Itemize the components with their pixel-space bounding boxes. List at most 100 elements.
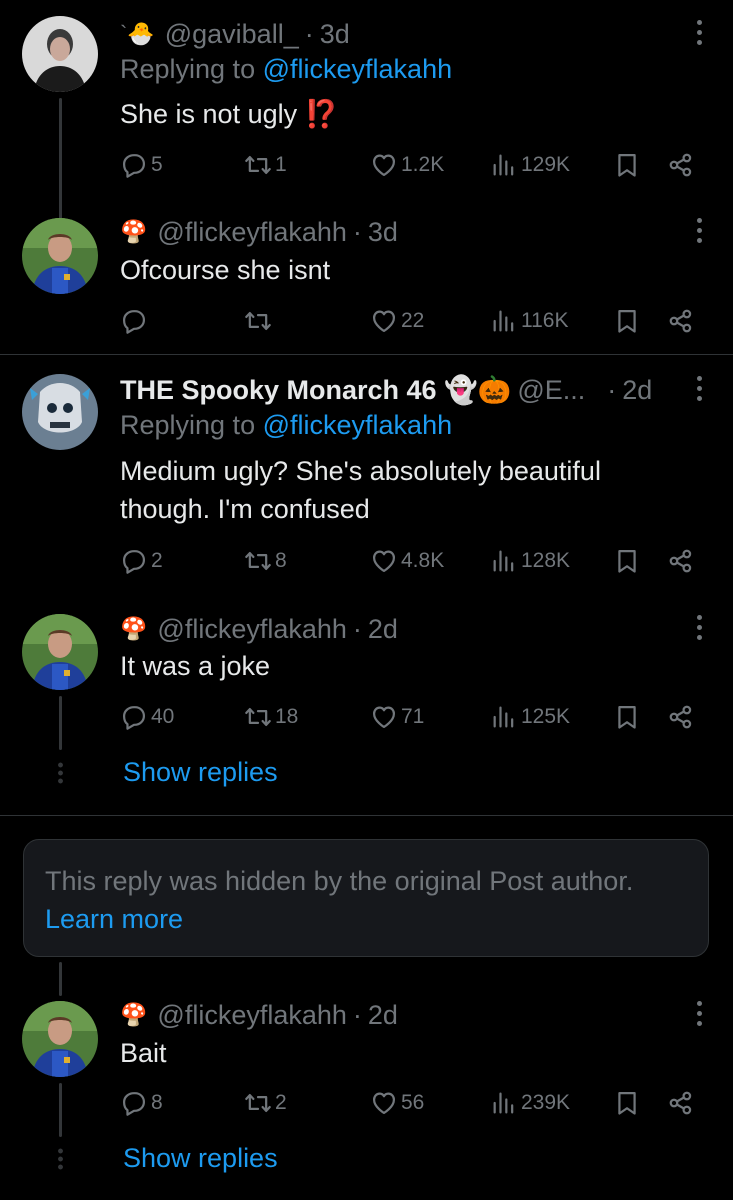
- user-handle[interactable]: @flickeyflakahh: [157, 217, 347, 248]
- like-button[interactable]: 4.8K: [370, 544, 444, 578]
- action-bar: 5 1 1.2K 129K: [120, 148, 700, 182]
- views-button[interactable]: 128K: [490, 544, 570, 578]
- share-icon: [667, 547, 695, 575]
- divider: [0, 354, 733, 355]
- repost-button[interactable]: 2: [244, 1086, 287, 1120]
- like-button[interactable]: 71: [370, 700, 424, 734]
- post-header: THE Spooky Monarch 46 👻🎃 @E... · 2d: [120, 374, 653, 406]
- action-bar: 40 18 71 125K: [120, 700, 700, 734]
- repost-icon: [244, 151, 272, 179]
- bookmark-icon: [613, 703, 641, 731]
- more-icon[interactable]: [697, 615, 703, 643]
- timestamp[interactable]: 2d: [368, 1000, 398, 1031]
- bookmark-icon: [613, 151, 641, 179]
- avatar[interactable]: [22, 16, 98, 92]
- display-name[interactable]: THE Spooky Monarch 46 👻🎃: [120, 374, 511, 406]
- show-replies-link[interactable]: Show replies: [123, 757, 278, 788]
- user-handle[interactable]: @flickeyflakahh: [157, 1000, 347, 1031]
- bookmark-icon: [613, 307, 641, 335]
- post-header: `🐣 @gaviball_ · 3d: [120, 18, 350, 50]
- reply-icon: [120, 703, 148, 731]
- share-button[interactable]: [667, 1086, 695, 1120]
- learn-more-link[interactable]: Learn more: [45, 904, 183, 935]
- like-button[interactable]: 56: [370, 1086, 424, 1120]
- emoji: 🍄: [120, 1002, 148, 1027]
- hidden-reply-notice: This reply was hidden by the original Po…: [23, 839, 709, 957]
- views-button[interactable]: 125K: [490, 700, 570, 734]
- like-icon: [370, 307, 398, 335]
- reply-icon: [120, 307, 148, 335]
- show-replies-link[interactable]: Show replies: [123, 1143, 278, 1174]
- emoji: 🍄: [120, 219, 148, 244]
- more-icon[interactable]: [697, 20, 703, 48]
- bookmark-button[interactable]: [613, 304, 641, 338]
- thread-line: [59, 98, 62, 226]
- avatar[interactable]: [22, 1001, 98, 1077]
- share-icon: [667, 151, 695, 179]
- repost-button[interactable]: [244, 304, 275, 338]
- bookmark-icon: [613, 547, 641, 575]
- timestamp[interactable]: 3d: [320, 19, 350, 50]
- action-bar: 8 2 56 239K: [120, 1086, 700, 1120]
- bookmark-button[interactable]: [613, 700, 641, 734]
- more-icon[interactable]: [697, 1001, 703, 1029]
- bookmark-button[interactable]: [613, 544, 641, 578]
- views-button[interactable]: 129K: [490, 148, 570, 182]
- views-icon: [490, 151, 518, 179]
- like-icon: [370, 703, 398, 731]
- reply-button[interactable]: 5: [120, 148, 163, 182]
- post-header: 🍄 @flickeyflakahh · 2d: [120, 613, 398, 645]
- more-icon[interactable]: [697, 218, 703, 246]
- share-button[interactable]: [667, 700, 695, 734]
- reply-button[interactable]: 40: [120, 700, 174, 734]
- like-icon: [370, 547, 398, 575]
- share-icon: [667, 1089, 695, 1117]
- post-text: Medium ugly? She's absolutely beautiful …: [120, 456, 601, 524]
- thread-line: [59, 962, 62, 996]
- reply-icon: [120, 547, 148, 575]
- timestamp[interactable]: 2d: [622, 375, 652, 406]
- bookmark-button[interactable]: [613, 1086, 641, 1120]
- thread-line: [59, 696, 62, 750]
- repost-icon: [244, 703, 272, 731]
- like-button[interactable]: 22: [370, 304, 424, 338]
- repost-icon: [244, 1089, 272, 1117]
- share-icon: [667, 703, 695, 731]
- avatar[interactable]: [22, 374, 98, 450]
- reply-icon: [120, 151, 148, 179]
- reply-button[interactable]: 8: [120, 1086, 163, 1120]
- views-icon: [490, 1089, 518, 1117]
- reply-button[interactable]: [120, 304, 151, 338]
- post-header: 🍄 @flickeyflakahh · 2d: [120, 999, 398, 1031]
- share-button[interactable]: [667, 148, 695, 182]
- repost-button[interactable]: 1: [244, 148, 287, 182]
- avatar[interactable]: [22, 614, 98, 690]
- bookmark-icon: [613, 1089, 641, 1117]
- share-button[interactable]: [667, 544, 695, 578]
- replying-handle[interactable]: @flickeyflakahh: [263, 54, 453, 84]
- replying-to: Replying to @flickeyflakahh: [120, 54, 453, 84]
- share-icon: [667, 307, 695, 335]
- like-button[interactable]: 1.2K: [370, 148, 444, 182]
- views-button[interactable]: 116K: [490, 304, 569, 338]
- repost-icon: [244, 547, 272, 575]
- replying-to: Replying to @flickeyflakahh: [120, 410, 453, 440]
- bookmark-button[interactable]: [613, 148, 641, 182]
- views-icon: [490, 547, 518, 575]
- emoji: 🍄: [120, 616, 148, 641]
- timestamp[interactable]: 3d: [368, 217, 398, 248]
- user-handle[interactable]: @E...: [517, 375, 585, 406]
- user-handle[interactable]: @gaviball_: [165, 19, 299, 50]
- share-button[interactable]: [667, 304, 695, 338]
- replying-handle[interactable]: @flickeyflakahh: [263, 410, 453, 440]
- post-text: Ofcourse she isnt: [120, 255, 331, 285]
- more-icon[interactable]: [697, 376, 703, 404]
- reply-button[interactable]: 2: [120, 544, 163, 578]
- timestamp[interactable]: 2d: [368, 614, 398, 645]
- user-handle[interactable]: @flickeyflakahh: [157, 614, 347, 645]
- avatar[interactable]: [22, 218, 98, 294]
- post-text: Bait: [120, 1038, 167, 1068]
- views-button[interactable]: 239K: [490, 1086, 570, 1120]
- repost-button[interactable]: 8: [244, 544, 287, 578]
- repost-button[interactable]: 18: [244, 700, 298, 734]
